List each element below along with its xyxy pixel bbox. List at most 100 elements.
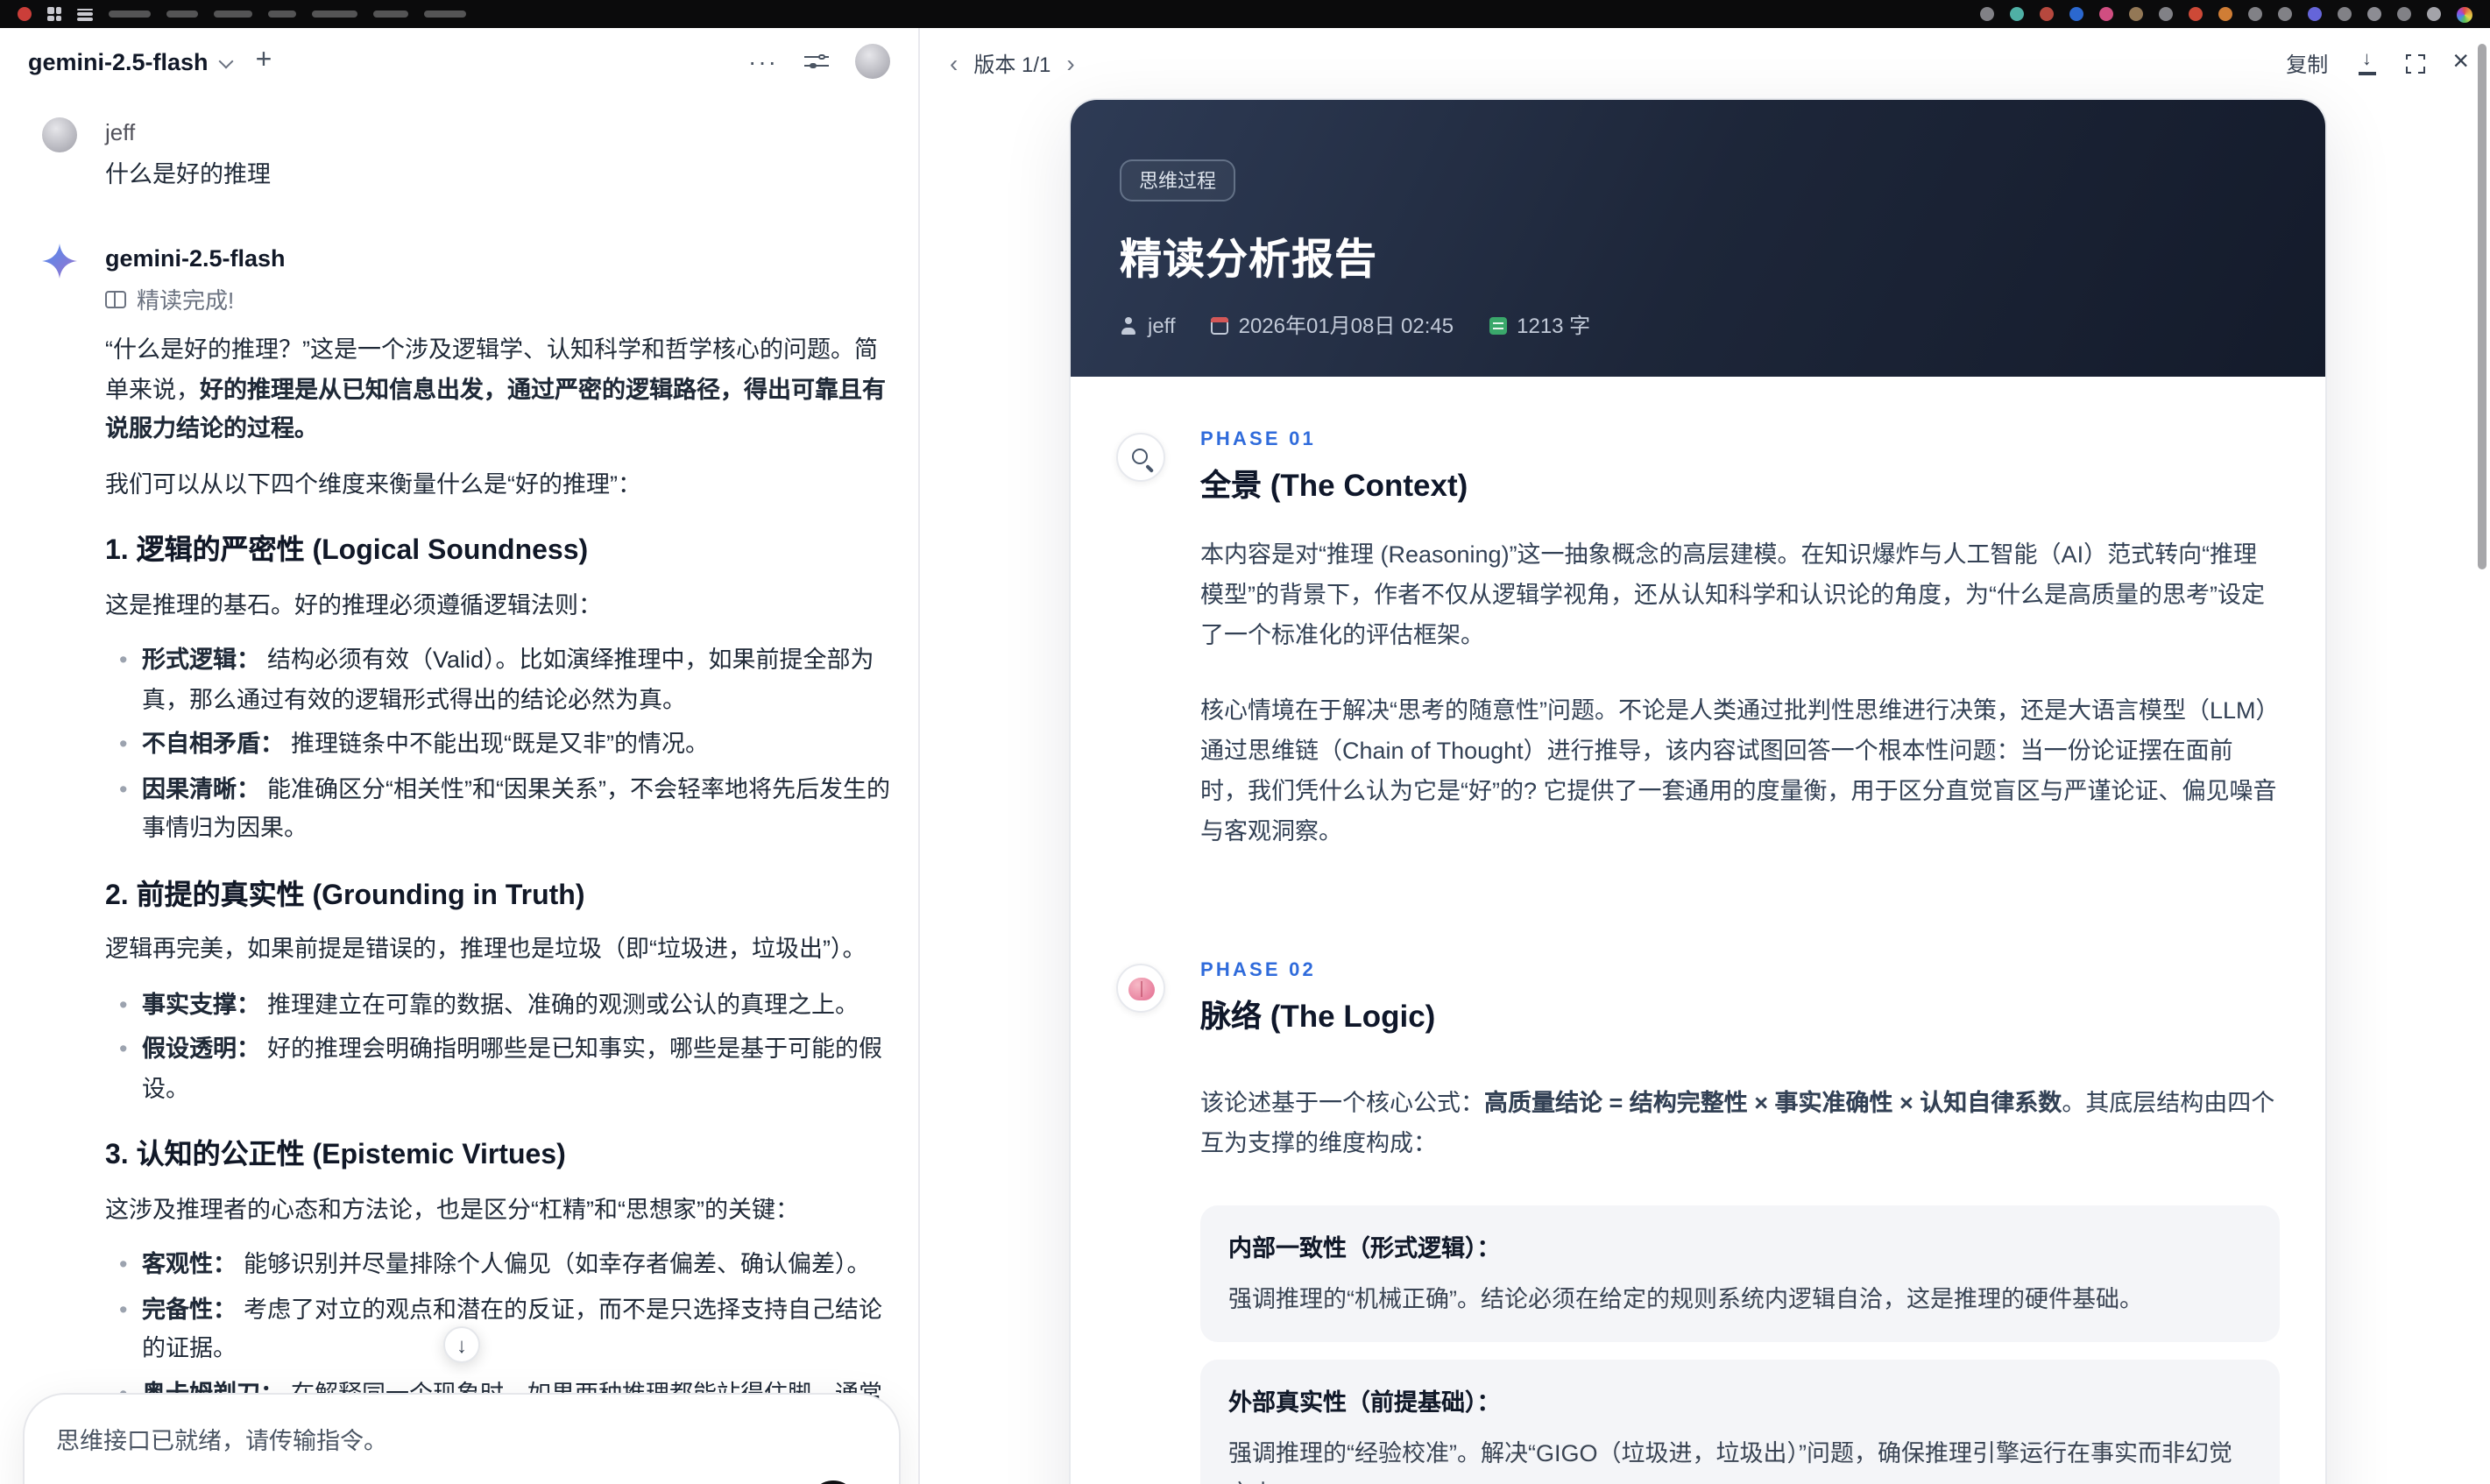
card-body: 强调推理的“经验校准”。解决“GIGO（垃圾进，垃圾出）”问题，确保推理引擎运行… [1228, 1440, 2232, 1484]
menu-bar [0, 0, 2490, 28]
chat-header: gemini-2.5-flash + ··· [0, 28, 918, 95]
menubar-status-icon[interactable] [2248, 7, 2262, 21]
composer-status-text[interactable]: 思维接口已就绪，请传输指令。 [56, 1421, 867, 1456]
date-meta: 2026年01月08日 02:45 [1210, 310, 1454, 340]
intro-paragraph: “什么是好的推理？”这是一个涉及逻辑学、认知科学和哲学核心的问题。简单来说，好的… [105, 336, 886, 442]
message-text: 什么是好的推理 [105, 161, 271, 187]
message-author: jeff [105, 119, 136, 145]
menubar-status-icon[interactable] [1980, 7, 1994, 21]
menubar-status-icons [1980, 7, 2441, 21]
download-icon[interactable]: ↓ [2356, 50, 2377, 75]
list-item: 形式逻辑：结构必须有效（Valid）。比如演绎推理中，如果前提全部为真，那么通过… [119, 641, 895, 720]
settings-sliders-icon[interactable] [804, 49, 829, 74]
list-item: 完备性：考虑了对立的观点和潜在的反证，而不是只选择支持自己结论的证据。 [119, 1290, 895, 1369]
app-menu-item[interactable] [166, 11, 198, 18]
list-item: 事实支撑：推理建立在可靠的数据、准确的观测或公认的真理之上。 [119, 986, 895, 1025]
scroll-to-bottom-button[interactable]: ↓ [443, 1326, 480, 1363]
section-desc: 这是推理的基石。好的推理必须遵循逻辑法则： [105, 591, 602, 618]
next-version-button[interactable]: › [1066, 51, 1074, 75]
section-desc: 这涉及推理者的心态和方法论，也是区分“杠精”和“思想家”的关键： [105, 1196, 799, 1222]
menubar-status-icon[interactable] [2099, 7, 2113, 21]
previous-version-button[interactable]: ‹ [950, 51, 958, 75]
report-badge: 思维过程 [1120, 159, 1235, 201]
reading-status: 精读完成! [105, 282, 895, 315]
bullet-list: 事实支撑：推理建立在可靠的数据、准确的观测或公认的真理之上。 假设透明：好的推理… [105, 986, 895, 1109]
down-arrow-icon: ↓ [456, 1332, 467, 1357]
phase-body: 该论述基于一个核心公式：高质量结论 = 结构完整性 × 事实准确性 × 认知自律… [1200, 1083, 2280, 1484]
author-meta: jeff [1120, 313, 1176, 337]
more-options-button[interactable]: ··· [748, 47, 778, 75]
chat-message-list[interactable]: jeff 什么是好的推理 gemini-2.5-flash 精读完成! “什么是… [0, 95, 918, 1484]
voice-input-button[interactable] [810, 1480, 857, 1484]
version-navigator: ‹ 版本 1/1 › [950, 48, 1075, 78]
phase-title: 全景 (The Context) [1200, 468, 1468, 503]
report-title: 精读分析报告 [1120, 237, 1377, 284]
copy-button[interactable]: 复制 [2286, 48, 2328, 78]
message-composer[interactable]: 思维接口已就绪，请传输指令。 + ✻ [23, 1393, 901, 1484]
model-selector[interactable]: gemini-2.5-flash [28, 48, 235, 74]
assistant-markdown: “什么是好的推理？”这是一个涉及逻辑学、认知科学和哲学核心的问题。简单来说，好的… [105, 331, 895, 1484]
assistant-message: gemini-2.5-flash 精读完成! “什么是好的推理？”这是一个涉及逻… [42, 244, 895, 1484]
menubar-status-icon[interactable] [2338, 7, 2352, 21]
artifact-actions: 复制 ↓ × [2286, 48, 2469, 78]
close-icon[interactable]: × [2452, 48, 2469, 76]
phase-label: PHASE 02 [1200, 960, 1316, 981]
section-heading: 3. 认知的公正性 (Epistemic Virtues) [105, 1141, 566, 1170]
fullscreen-icon[interactable] [2405, 53, 2425, 73]
card-title: 内部一致性（形式逻辑）： [1228, 1235, 1501, 1261]
menubar-status-icon[interactable] [2129, 7, 2143, 21]
gemini-sparkle-icon [42, 244, 77, 1484]
version-label: 版本 1/1 [973, 52, 1051, 76]
app-menu-item[interactable] [373, 11, 408, 18]
bullet-list: 形式逻辑：结构必须有效（Valid）。比如演绎推理中，如果前提全部为真，那么通过… [105, 641, 895, 849]
grid-icon[interactable] [47, 7, 61, 21]
menubar-status-icon[interactable] [2010, 7, 2024, 21]
menubar-status-icon[interactable] [2189, 7, 2203, 21]
app-window: gemini-2.5-flash + ··· jeff 什么是好的推理 gemi… [0, 0, 2490, 1484]
menubar-status-icon[interactable] [2397, 7, 2411, 21]
menubar-status-icon[interactable] [2308, 7, 2322, 21]
phase-body: 本内容是对“推理 (Reasoning)”这一抽象概念的高层建模。在知识爆炸与人… [1200, 534, 2280, 852]
report-hero: 思维过程 精读分析报告 jeff 2026年01月08日 02:45 1213 … [1071, 100, 2325, 377]
app-menu-item[interactable] [109, 11, 151, 18]
list-item: 假设透明：好的推理会明确指明哪些是已知事实，哪些是基于可能的假设。 [119, 1030, 895, 1109]
app-menu-item[interactable] [312, 11, 357, 18]
menubar-status-icon[interactable] [2278, 7, 2292, 21]
menubar-status-icon[interactable] [2069, 7, 2083, 21]
user-avatar [42, 117, 77, 152]
app-menu-item[interactable] [424, 11, 466, 18]
app-menu-item[interactable] [214, 11, 252, 18]
formula-paragraph: 该论述基于一个核心公式：高质量结论 = 结构完整性 × 事实准确性 × 认知自律… [1200, 1090, 2275, 1156]
chat-panel: gemini-2.5-flash + ··· jeff 什么是好的推理 gemi… [0, 28, 920, 1484]
artifact-card: 思维过程 精读分析报告 jeff 2026年01月08日 02:45 1213 … [1069, 98, 2327, 1484]
book-icon [105, 291, 126, 308]
card-body: 强调推理的“机械正确”。结论必须在给定的规则系统内逻辑自洽，这是推理的硬件基础。 [1228, 1286, 2143, 1312]
lead-paragraph: 我们可以从以下四个维度来衡量什么是“好的推理”： [105, 470, 641, 497]
brain-icon [1116, 964, 1165, 1013]
menubar-status-icon[interactable] [2427, 7, 2441, 21]
section-desc: 逻辑再完美，如果前提是错误的，推理也是垃圾（即“垃圾进，垃圾出”）。 [105, 936, 867, 962]
menubar-status-icon[interactable] [2040, 7, 2054, 21]
artifact-toolbar: ‹ 版本 1/1 › 复制 ↓ × [922, 28, 2490, 98]
menubar-status-icon[interactable] [2159, 7, 2173, 21]
user-message: jeff 什么是好的推理 [42, 117, 895, 194]
app-menu-item[interactable] [268, 11, 296, 18]
chat-header-actions: ··· [748, 44, 890, 79]
scrollbar[interactable] [2478, 44, 2486, 569]
record-indicator-icon[interactable] [18, 7, 32, 21]
phase-section-context: PHASE 01 全景 (The Context) 本内容是对“推理 (Reas… [1071, 429, 2325, 887]
menubar-status-icon[interactable] [2218, 7, 2232, 21]
status-text: 精读完成! [137, 287, 235, 314]
phase-section-logic: PHASE 02 脉络 (The Logic) 该论述基于一个核心公式：高质量结… [1071, 960, 2325, 1484]
menu-icon[interactable] [77, 8, 93, 20]
assistant-orb-icon[interactable] [2457, 6, 2472, 22]
menubar-status-icon[interactable] [2367, 7, 2381, 21]
dimension-card: 外部真实性（前提基础）： 强调推理的“经验校准”。解决“GIGO（垃圾进，垃圾出… [1200, 1360, 2280, 1484]
new-chat-button[interactable]: + [256, 46, 272, 75]
calendar-icon [1210, 316, 1228, 334]
list-item: 不自相矛盾：推理链条中不能出现“既是又非”的情况。 [119, 725, 895, 765]
message-author: gemini-2.5-flash [105, 245, 286, 272]
wordcount-meta: 1213 字 [1489, 310, 1590, 340]
user-avatar[interactable] [855, 44, 890, 79]
paragraph: 核心情境在于解决“思考的随意性”问题。不论是人类通过批判性思维进行决策，还是大语… [1200, 697, 2280, 844]
